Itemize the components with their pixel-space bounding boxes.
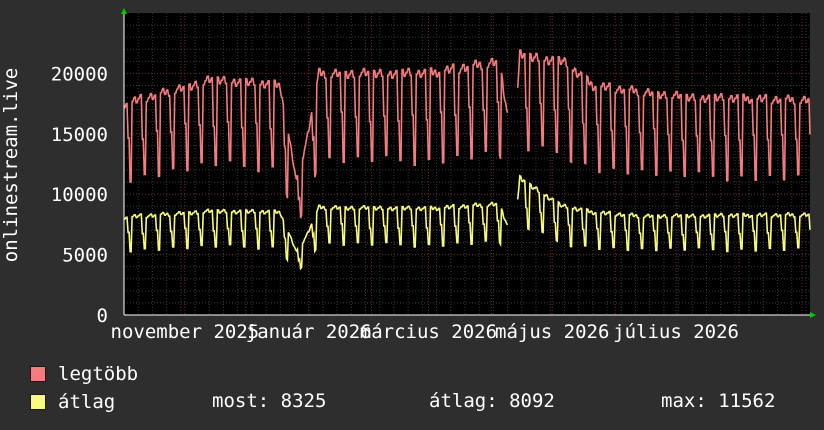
legend-label-max: legtöbb: [58, 363, 139, 385]
y-tick-label: 0: [97, 305, 108, 327]
stat-max: max: 11562: [661, 390, 776, 412]
chart-container: 0 5000 10000 15000 20000 november 2025 január …: [0, 0, 824, 430]
x-tick-label: május 2026: [495, 321, 609, 343]
y-tick-label: 10000: [51, 184, 108, 206]
x-tick-label: november 2025: [111, 321, 260, 343]
y-axis-title: onlinestream.live: [0, 68, 22, 262]
legend-swatch-max: [30, 366, 46, 382]
legend-label-average: átlag: [58, 391, 116, 413]
y-axis-arrow-icon: [121, 8, 127, 14]
x-axis-arrow-icon: [810, 312, 816, 318]
x-tick-label: március 2026: [360, 321, 497, 343]
y-tick-label: 15000: [51, 124, 108, 146]
y-tick-label: 20000: [51, 63, 108, 85]
legend-swatch-average: [30, 394, 46, 410]
x-tick-label: július 2026: [613, 321, 739, 343]
x-tick-label: január 2026: [246, 321, 372, 343]
stat-current: most: 8325: [212, 390, 327, 412]
legend-item-max: legtöbb: [30, 363, 138, 385]
legend-item-average: átlag: [30, 391, 115, 413]
stat-average: átlag: 8092: [429, 390, 555, 412]
plot-area: [124, 13, 810, 315]
y-tick-label: 5000: [62, 245, 108, 267]
